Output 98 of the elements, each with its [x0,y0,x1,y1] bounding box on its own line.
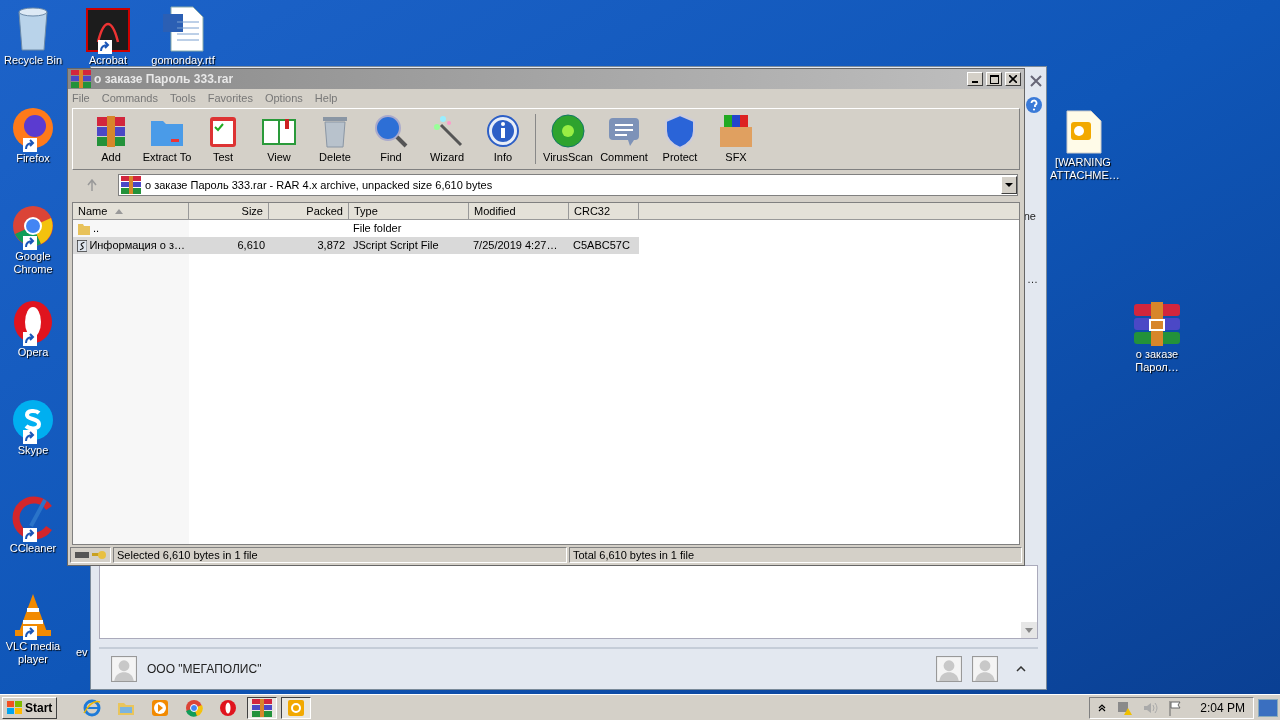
chrome-circle-icon [185,698,204,717]
toolbar-button[interactable]: Info [475,112,531,166]
windows-logo-icon [7,700,23,715]
shortcut-arrow-icon [23,332,37,346]
desktop-icon-label[interactable]: Acrobat [89,54,127,67]
play-icon [151,698,170,717]
column-header[interactable]: Name [73,203,189,220]
shortcut-arrow-icon [23,528,37,542]
desktop-icon-label[interactable]: Firefox [16,152,50,165]
chrome-circle-icon [11,204,55,248]
info-icon [485,112,521,149]
desktop-icon-label[interactable]: Skype [17,444,49,457]
taskbar-button[interactable] [247,696,278,719]
table-cell-text: 7/25/2019 4:27… [473,238,558,254]
file-row[interactable]: .. File folder [73,220,639,237]
text-fragment: … [1027,271,1038,287]
dropdown-button[interactable] [1001,176,1017,194]
toolbar-button[interactable]: Comment [596,112,652,166]
shortcut-arrow-icon [23,430,37,444]
table-cell-text: 6,610 [237,238,265,254]
show-desktop-button[interactable] [1258,698,1278,717]
toolbar-button[interactable]: VirusScan [540,112,596,166]
status-text: Selected 6,610 bytes in 1 file [113,547,567,563]
archive-books-icon [1132,302,1182,346]
chevron-up-icon[interactable] [1098,703,1107,712]
close-button[interactable] [1005,72,1021,86]
toolbar-button[interactable]: Delete [307,112,363,166]
bug-icon [550,112,586,149]
desktop-icon-label[interactable]: Recycle Bin [3,54,63,67]
text-fragment: ne [1023,209,1036,224]
caret-icon [1005,183,1013,187]
shortcut-arrow-icon [23,626,37,640]
drive-icon [75,552,89,558]
avatar-icon [972,656,998,682]
status-text: Total 6,610 bytes in 1 file [569,547,1022,563]
shortcut-arrow-icon [98,40,112,54]
toolbar-button[interactable]: Protect [652,112,708,166]
letter-e-icon [83,698,102,717]
shield-icon [662,112,698,149]
avatar-icon [936,656,962,682]
toolbar-button[interactable]: SFX [708,112,764,166]
toolbar-button[interactable]: Wizard [419,112,475,166]
help-icon[interactable] [1026,97,1042,113]
taskbar-button[interactable] [281,696,312,719]
scroll-down-button[interactable] [1021,622,1037,638]
column-header[interactable]: Size [189,203,269,220]
address-field[interactable]: о заказе Пароль 333.rar - RAR 4.x archive, unpacked size 6,610 bytes [118,174,1018,196]
column-header[interactable]: Packed [269,203,349,220]
toolbar-button[interactable]: Add [83,112,139,166]
skype-icon [11,398,55,442]
address-text: о заказе Пароль 333.rar - RAR 4.x archive, unpacked size 6,610 bytes [145,177,494,193]
table-cell-text: File folder [353,221,402,237]
table-cell-text: .. [93,221,100,237]
box-icon [718,112,754,149]
table-cell-text: C5ABC57C [573,238,630,254]
desktop-icon-label[interactable]: ev [76,646,88,659]
column-header[interactable]: CRC32 [569,203,639,220]
sender-name: ООО "МЕГАПОЛИС" [147,661,262,678]
column-header[interactable]: Type [349,203,469,220]
desktop-icon-label[interactable]: CCleaner [9,542,57,555]
table-cell-text: Информация о з… [89,238,185,254]
envelope-o-icon [287,698,306,717]
toolbar-button[interactable]: Extract To [139,112,195,166]
clock[interactable]: 2:04 PM [1200,698,1245,717]
shortcut-arrow-icon [23,236,37,250]
desktop-icon-label[interactable]: Google Chrome [0,250,66,276]
file-row[interactable]: Информация о з… 6,610 3,872 JScript Script File 7/25/2019 4:27… C5ABC57C [73,237,639,254]
archive-books-icon [252,698,273,717]
archive-books-icon [71,70,91,88]
letter-o-icon [11,300,55,344]
desktop-icon-label[interactable]: VLC media player [0,640,66,666]
maximize-icon [989,74,999,84]
magnifier-icon [373,112,409,149]
fox-globe-icon [11,106,55,150]
shortcut-arrow-icon [23,138,37,152]
desktop-icon-label[interactable]: о заказе Парол… [1124,348,1190,374]
minimize-button[interactable] [967,72,983,86]
archive-books-icon [121,176,141,194]
avatar-icon [111,656,137,682]
toolbar-button[interactable]: View [251,112,307,166]
table-cell-text: 3,872 [317,238,345,254]
chevron-up-icon[interactable] [1016,666,1026,672]
script-file-icon [77,237,88,254]
desktop-icon-label[interactable]: Opera [17,346,49,359]
start-button[interactable]: Start [2,696,58,719]
column-header[interactable]: Modified [469,203,569,220]
table-cell-text: JScript Script File [353,238,439,254]
key-icon [92,550,106,560]
toolbar-button[interactable]: Test [195,112,251,166]
sort-ascending-icon [115,208,124,214]
close-icon [1009,75,1017,83]
maximize-button[interactable] [986,72,1002,86]
toolbar-button[interactable]: Find [363,112,419,166]
letter-o-icon [219,698,238,717]
flag-icon[interactable] [1168,699,1183,716]
desktop-icon-label[interactable]: gomonday.rtf [151,54,215,67]
close-icon[interactable] [1030,75,1042,87]
window-title: о заказе Пароль 333.rar [94,71,234,88]
